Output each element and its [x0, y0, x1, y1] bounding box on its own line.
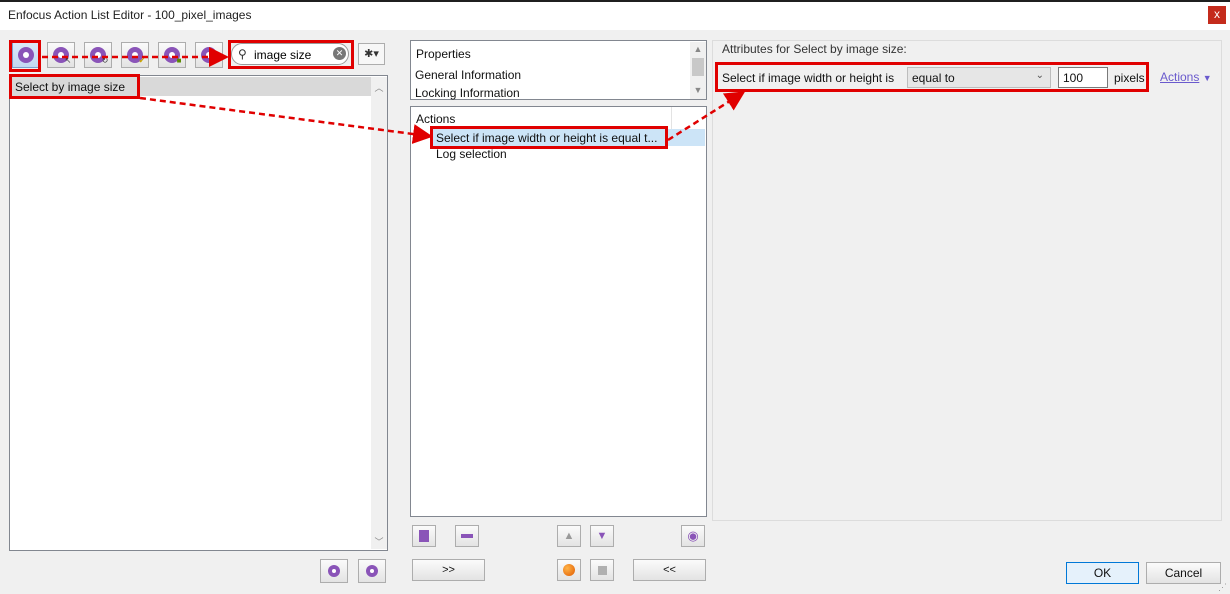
- arrow-to-attributes: [667, 91, 746, 142]
- arrow-to-action: [139, 96, 433, 144]
- annotation-arrows: [42, 47, 746, 144]
